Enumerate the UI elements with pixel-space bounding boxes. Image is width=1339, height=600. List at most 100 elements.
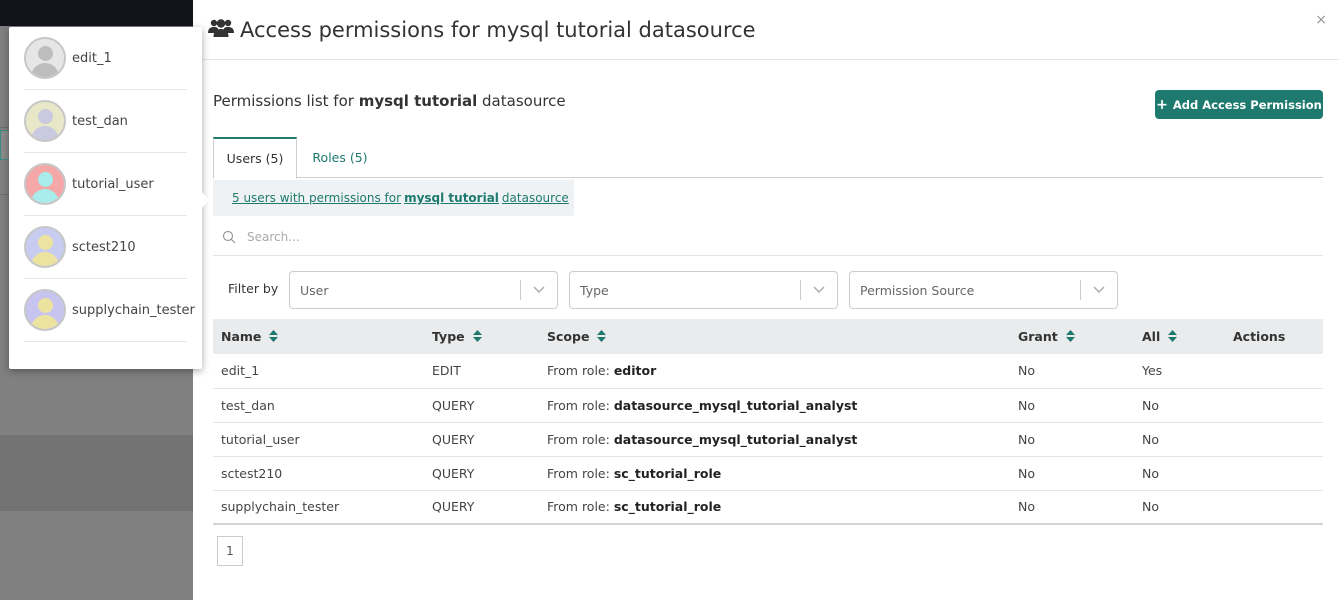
scope-prefix: From role: bbox=[547, 363, 614, 379]
avatar bbox=[24, 37, 66, 79]
cell-type: QUERY bbox=[432, 499, 475, 515]
scope-prefix: From role: bbox=[547, 499, 614, 515]
banner-prefix: 5 users with permissions for bbox=[232, 191, 402, 205]
cell-scope: From role: sc_tutorial_role bbox=[539, 490, 1010, 524]
avatar bbox=[24, 163, 66, 205]
cell-name: sctest210 bbox=[221, 465, 283, 481]
cell-scope: From role: datasource_mysql_tutorial_ana… bbox=[539, 388, 1010, 422]
users-popover: edit_1 test_dan tutorial_user sctest210 supp… bbox=[9, 27, 209, 369]
cell-actions bbox=[1225, 456, 1323, 490]
sort-icon[interactable] bbox=[1168, 329, 1178, 345]
search-bar bbox=[213, 219, 1323, 256]
column-header-all[interactable]: All bbox=[1134, 319, 1225, 354]
column-header-name[interactable]: Name bbox=[213, 319, 424, 354]
cell-actions bbox=[1225, 354, 1323, 388]
cell-type: QUERY bbox=[432, 465, 475, 481]
background-top-bar bbox=[0, 0, 193, 26]
user-list-item[interactable]: tutorial_user bbox=[24, 153, 187, 216]
user-list-item[interactable]: edit_1 bbox=[24, 27, 187, 90]
chevron-down-icon bbox=[1081, 286, 1117, 294]
user-name: test_dan bbox=[72, 113, 128, 129]
filter-select-type[interactable]: Type bbox=[569, 271, 838, 309]
sort-icon[interactable] bbox=[472, 329, 482, 345]
subhead-datasource-name: mysql tutorial bbox=[358, 92, 478, 110]
cell-name: edit_1 bbox=[221, 363, 260, 379]
tab-users[interactable]: Users (5) bbox=[213, 137, 297, 179]
table-row: tutorial_user QUERY From role: datasource_… bbox=[213, 422, 1323, 456]
cell-grant: No bbox=[1018, 431, 1035, 447]
user-name: supplychain_tester bbox=[72, 302, 195, 318]
user-name: sctest210 bbox=[72, 239, 136, 255]
cell-all: No bbox=[1142, 465, 1159, 481]
filter-placeholder: Permission Source bbox=[860, 282, 975, 298]
permissions-table: Name Type Scope Grant All Actions edit_1 EDIT F… bbox=[213, 319, 1323, 525]
modal-title: Access permissions for mysql tutorial da… bbox=[240, 17, 756, 42]
subhead-suffix: datasource bbox=[477, 92, 566, 110]
chevron-down-icon bbox=[521, 286, 557, 294]
column-header-type[interactable]: Type bbox=[424, 319, 539, 354]
user-list: edit_1 test_dan tutorial_user sctest210 supp… bbox=[24, 27, 195, 342]
permissions-subheading: Permissions list for mysql tutorial data… bbox=[213, 92, 566, 110]
cell-all: No bbox=[1142, 499, 1159, 515]
banner-suffix: datasource bbox=[501, 191, 569, 205]
sort-icon[interactable] bbox=[269, 329, 279, 345]
users-group-icon bbox=[208, 18, 234, 42]
avatar bbox=[24, 289, 66, 331]
scope-role: sc_tutorial_role bbox=[613, 499, 722, 515]
cell-all: Yes bbox=[1142, 363, 1163, 379]
column-header-label: Type bbox=[432, 328, 465, 344]
filter-select-user[interactable]: User bbox=[289, 271, 558, 309]
filter-select-permission-source[interactable]: Permission Source bbox=[849, 271, 1118, 309]
scope-role: datasource_mysql_tutorial_analyst bbox=[613, 431, 858, 447]
filter-placeholder: Type bbox=[580, 282, 609, 298]
scope-role: datasource_mysql_tutorial_analyst bbox=[613, 397, 858, 413]
user-name: tutorial_user bbox=[72, 176, 154, 192]
add-access-permission-button[interactable]: + Add Access Permission bbox=[1155, 90, 1323, 119]
scope-prefix: From role: bbox=[547, 465, 614, 481]
chevron-down-icon bbox=[801, 286, 837, 294]
column-header-grant[interactable]: Grant bbox=[1010, 319, 1134, 354]
add-access-permission-label: Add Access Permission bbox=[1172, 97, 1322, 112]
user-list-item[interactable]: sctest210 bbox=[24, 216, 187, 279]
user-name: edit_1 bbox=[72, 50, 112, 66]
modal-header: Access permissions for mysql tutorial da… bbox=[193, 0, 1339, 60]
column-header-label: Name bbox=[221, 328, 262, 344]
sort-icon[interactable] bbox=[597, 329, 607, 345]
scope-prefix: From role: bbox=[547, 431, 614, 447]
cell-type: QUERY bbox=[432, 397, 475, 413]
table-row: sctest210 QUERY From role: sc_tutorial_rol… bbox=[213, 456, 1323, 490]
avatar bbox=[24, 100, 66, 142]
column-header-label: Grant bbox=[1018, 328, 1058, 344]
user-list-item[interactable]: supplychain_tester bbox=[24, 279, 195, 342]
cell-type: EDIT bbox=[432, 363, 461, 379]
user-list-item[interactable]: test_dan bbox=[24, 90, 187, 153]
scope-role: sc_tutorial_role bbox=[613, 465, 722, 481]
column-header-scope[interactable]: Scope bbox=[539, 319, 1010, 354]
access-permissions-modal: Access permissions for mysql tutorial da… bbox=[193, 0, 1339, 600]
popover-arrow bbox=[202, 192, 209, 208]
plus-icon: + bbox=[1156, 96, 1168, 113]
search-input[interactable] bbox=[247, 230, 547, 244]
cell-name: test_dan bbox=[221, 397, 275, 413]
column-header-label: Scope bbox=[547, 328, 590, 344]
tab-roles[interactable]: Roles (5) bbox=[297, 137, 383, 178]
banner-datasource-name: mysql tutorial bbox=[404, 191, 499, 205]
search-icon bbox=[222, 230, 236, 244]
users-count-banner[interactable]: 5 users with permissions for mysql tutor… bbox=[213, 180, 574, 216]
cell-actions bbox=[1225, 490, 1323, 524]
cell-type: QUERY bbox=[432, 431, 475, 447]
cell-grant: No bbox=[1018, 397, 1035, 413]
scope-prefix: From role: bbox=[547, 397, 614, 413]
cell-scope: From role: editor bbox=[539, 354, 1010, 388]
cell-grant: No bbox=[1018, 499, 1035, 515]
cell-name: supplychain_tester bbox=[221, 499, 340, 515]
cell-all: No bbox=[1142, 431, 1159, 447]
cell-all: No bbox=[1142, 397, 1159, 413]
pagination-page[interactable]: 1 bbox=[217, 536, 243, 566]
sort-icon[interactable] bbox=[1065, 329, 1075, 345]
close-icon[interactable]: × bbox=[1315, 12, 1327, 28]
table-row: edit_1 EDIT From role: editor No Yes bbox=[213, 354, 1323, 388]
tabs: Users (5) Roles (5) bbox=[213, 137, 1323, 179]
cell-actions bbox=[1225, 388, 1323, 422]
background-band bbox=[0, 435, 193, 511]
